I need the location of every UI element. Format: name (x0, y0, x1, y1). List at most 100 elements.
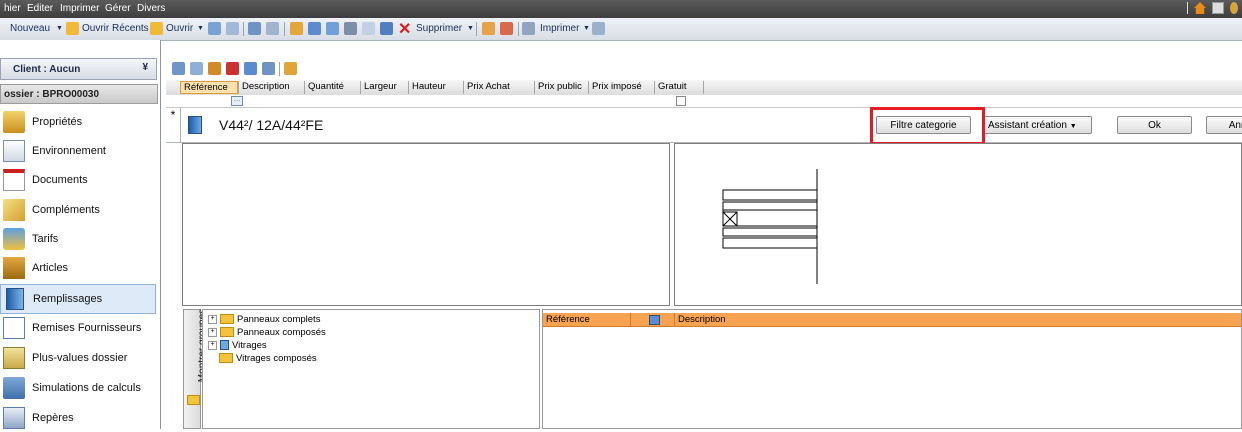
pin-icon[interactable] (362, 22, 375, 35)
delete-button[interactable]: Supprimer (416, 23, 462, 34)
column-icon[interactable] (631, 313, 675, 326)
column-description[interactable]: Description (675, 313, 1235, 326)
chevron-down-icon[interactable]: ▼ (583, 25, 590, 32)
tree-node-vitrages-composes[interactable]: Vitrages composés (219, 353, 317, 365)
articles-icon (3, 257, 25, 279)
tree-node-panneaux-composes[interactable]: + Panneaux composés (208, 327, 326, 339)
chevron-down-icon[interactable]: ¥ (142, 62, 148, 73)
cancel-button[interactable]: Annuler (1206, 116, 1242, 134)
nav-item-environment[interactable]: Environnement (0, 137, 156, 165)
nav-item-complements[interactable]: Compléments (0, 196, 156, 224)
nav-item-supplier-discounts[interactable]: Remises Fournisseurs (0, 314, 156, 342)
print-icon[interactable] (522, 22, 535, 35)
tree-node-vitrages[interactable]: + Vitrages (208, 340, 267, 352)
chevron-down-icon[interactable]: ▼ (467, 25, 474, 32)
menu-divers[interactable]: Divers (137, 3, 165, 14)
sort-icon[interactable] (262, 62, 275, 75)
expand-icon[interactable]: + (208, 327, 217, 337)
separator (243, 22, 244, 36)
expand-icon[interactable]: + (208, 340, 217, 350)
remove-row-icon[interactable] (226, 62, 239, 75)
results-list-header: Référence Description (543, 313, 1241, 327)
save-all-icon[interactable] (226, 22, 239, 35)
save-icon[interactable] (208, 22, 221, 35)
menu-fichier[interactable]: hier (4, 3, 21, 14)
move-icon[interactable] (190, 62, 203, 75)
column-reference[interactable]: Référence (543, 313, 631, 326)
cut-icon[interactable] (290, 22, 303, 35)
nav-item-remplissages[interactable]: Remplissages (0, 284, 156, 314)
grid-filter-row: … (166, 95, 1242, 108)
mail-icon[interactable] (1212, 2, 1224, 14)
nav-item-label: Remises Fournisseurs (32, 322, 142, 334)
home-icon[interactable] (1194, 2, 1206, 14)
column-description[interactable]: Description (238, 81, 304, 94)
expand-icon[interactable]: + (208, 314, 217, 324)
column-gratuit[interactable]: Gratuit (654, 81, 704, 94)
menu-imprimer[interactable]: Imprimer (60, 3, 99, 14)
recent-folder-icon (66, 22, 79, 35)
open-recent-button[interactable]: Ouvrir Récents (82, 23, 149, 34)
nav-item-label: Plus-values dossier (32, 352, 128, 364)
paste-icon[interactable] (326, 22, 339, 35)
image-icon[interactable] (482, 22, 495, 35)
image-column-icon (648, 315, 660, 325)
nav-item-tarifs[interactable]: Tarifs (0, 225, 156, 253)
ok-button[interactable]: Ok (1117, 116, 1192, 134)
menu-editer[interactable]: Editer (27, 3, 53, 14)
column-hauteur[interactable]: Hauteur (408, 81, 463, 94)
nav-item-properties[interactable]: Propriétés (0, 108, 156, 136)
nav-item-articles[interactable]: Articles (0, 254, 156, 282)
nav-item-simulations[interactable]: Simulations de calculs (0, 374, 156, 402)
open-button[interactable]: Ouvrir (166, 23, 193, 34)
supplier-discounts-icon (3, 317, 25, 339)
grid-icon[interactable] (344, 22, 357, 35)
chevron-down-icon[interactable]: ▼ (56, 25, 63, 32)
user-icon[interactable] (1230, 2, 1238, 14)
delete-icon[interactable]: ✕ (398, 19, 411, 39)
nav-item-label: Documents (32, 174, 88, 186)
results-list: Référence Description (542, 309, 1242, 429)
export-icon[interactable] (380, 22, 393, 35)
documents-icon (3, 169, 25, 191)
surplus-icon (3, 347, 25, 369)
folder-icon (187, 395, 200, 405)
creation-assistant-button[interactable]: Assistant création ▼ (982, 116, 1092, 134)
creation-assistant-label: Assistant création (988, 120, 1067, 131)
edit-icon[interactable] (266, 22, 279, 35)
column-prix-achat[interactable]: Prix Achat (463, 81, 534, 94)
tree-node-label: Vitrages composés (236, 353, 317, 364)
print-button[interactable]: Imprimer (540, 23, 579, 34)
gratuit-checkbox[interactable] (676, 96, 686, 106)
main-toolbar: Nouveau ▼ Ouvrir Récents Ouvrir ▼ ✕ Supp… (0, 18, 1242, 41)
tree-node-label: Panneaux composés (237, 327, 326, 338)
ellipsis-button[interactable]: … (231, 96, 243, 106)
nav-item-documents[interactable]: Documents (0, 166, 156, 194)
preview-icon[interactable] (592, 22, 605, 35)
nav-item-reperes[interactable]: Repères (0, 404, 156, 432)
disk-icon[interactable] (248, 22, 261, 35)
group-toggle-bar[interactable]: Montrer groupes (183, 309, 208, 429)
column-prix-public[interactable]: Prix public (534, 81, 588, 94)
tree-node-panneaux-complets[interactable]: + Panneaux complets (208, 314, 320, 326)
folder-icon (220, 327, 234, 338)
copy-icon[interactable] (308, 22, 321, 35)
column-quantite[interactable]: Quantité (304, 81, 360, 94)
new-button[interactable]: Nouveau (10, 23, 50, 34)
column-prix-impose[interactable]: Prix imposé (588, 81, 654, 94)
export-excel-icon[interactable] (284, 62, 297, 75)
product-row: * V44²/ 12A/44²FE Filtre categorie Assis… (166, 108, 1242, 143)
columns-icon[interactable] (208, 62, 221, 75)
chevron-down-icon[interactable]: ▼ (197, 25, 204, 32)
picture-icon[interactable] (500, 22, 513, 35)
separator (279, 62, 280, 76)
add-row-icon[interactable] (172, 62, 185, 75)
filter-icon[interactable] (244, 62, 257, 75)
menu-gerer[interactable]: Gérer (105, 3, 131, 14)
column-reference[interactable]: Référence (180, 81, 238, 94)
nav-item-surplus[interactable]: Plus-values dossier (0, 344, 156, 372)
menu-bar: hier Editer Imprimer Gérer Divers (0, 0, 1242, 18)
client-selector[interactable]: Client : Aucun ¥ (0, 58, 157, 80)
nav-item-label: Tarifs (32, 233, 59, 245)
column-largeur[interactable]: Largeur (360, 81, 408, 94)
